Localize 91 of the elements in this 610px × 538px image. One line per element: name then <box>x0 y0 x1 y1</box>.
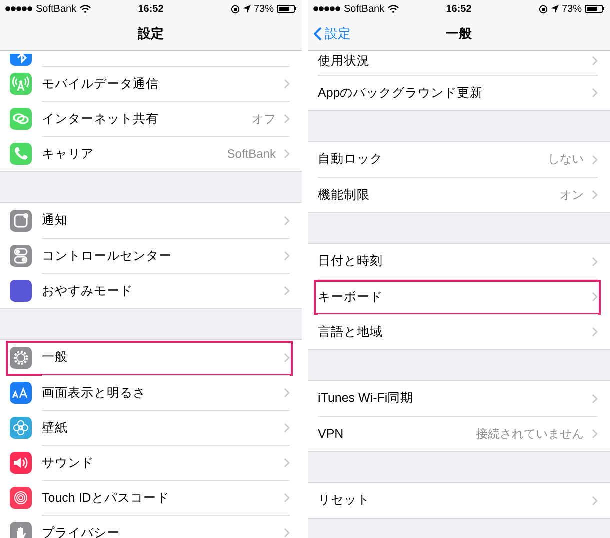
chevron-icon <box>592 292 598 302</box>
row-label: 通知 <box>42 212 69 229</box>
settings-row[interactable]: 画面表示と明るさ <box>0 375 302 410</box>
chevron-icon <box>284 493 290 503</box>
back-chevron-icon <box>314 27 322 41</box>
chevron-icon <box>592 327 598 337</box>
chevron-icon <box>592 429 598 439</box>
settings-row[interactable]: 壁紙 <box>0 410 302 445</box>
settings-row[interactable]: 自動ロック しない <box>308 142 610 177</box>
settings-row[interactable]: プライバシー <box>0 515 302 538</box>
clock-time: 16:52 <box>138 4 164 14</box>
settings-row[interactable]: コントロールセンター <box>0 238 302 273</box>
chevron-icon <box>284 79 290 89</box>
settings-row[interactable]: 通知 <box>0 203 302 238</box>
carrier-name: SoftBank <box>36 4 77 14</box>
row-label: 一般 <box>42 349 69 366</box>
row-label: サウンド <box>42 454 95 472</box>
signal-icon <box>5 6 33 12</box>
row-value: オフ <box>252 110 276 128</box>
settings-row[interactable]: 一般 <box>0 340 302 375</box>
chevron-icon <box>284 286 290 296</box>
row-label: キャリア <box>42 146 95 162</box>
settings-row[interactable]: キャリア SoftBank <box>0 136 302 171</box>
row-label: おやすみモード <box>42 282 134 300</box>
signal-icon <box>313 6 341 12</box>
row-value: オン <box>560 186 584 204</box>
chevron-icon <box>592 190 598 200</box>
chevron-icon <box>592 88 598 98</box>
settings-row[interactable]: 使用状況 <box>308 51 610 75</box>
battery-icon <box>585 5 606 13</box>
carrier-name: SoftBank <box>344 4 385 14</box>
location-arrow-icon <box>243 5 251 13</box>
wifi-icon <box>388 5 399 13</box>
chevron-icon <box>284 458 290 468</box>
settings-row[interactable]: Touch IDとパスコード <box>0 480 302 515</box>
settings-row[interactable]: VPN 接続されていません <box>308 416 610 451</box>
chevron-icon <box>592 56 598 66</box>
row-label: 自動ロック <box>318 151 384 168</box>
row-label: 使用状況 <box>318 52 371 70</box>
row-label: リセット <box>318 492 371 509</box>
row-label: Touch IDとパスコード <box>42 490 170 506</box>
clock-time: 16:52 <box>446 4 472 14</box>
chevron-icon <box>284 388 290 398</box>
settings-row[interactable]: iTunes Wi-Fi同期 <box>308 381 610 416</box>
chevron-icon <box>284 149 290 159</box>
row-label: 壁紙 <box>42 420 69 436</box>
row-label: キーボード <box>318 288 384 306</box>
settings-row[interactable]: モバイルデータ通信 <box>0 66 302 101</box>
row-label: 日付と時刻 <box>318 253 384 270</box>
settings-row[interactable]: リセット <box>308 483 610 518</box>
settings-row[interactable]: 日付と時刻 <box>308 244 610 279</box>
settings-row[interactable]: 機能制限 オン <box>308 177 610 212</box>
screen-title: 一般 <box>446 25 472 43</box>
chevron-icon <box>284 423 290 433</box>
chevron-icon <box>284 352 290 362</box>
row-label: 言語と地域 <box>318 324 384 340</box>
rotation-lock-icon <box>539 4 548 14</box>
row-label: コントロールセンター <box>42 248 173 264</box>
location-arrow-icon <box>551 5 559 13</box>
chevron-icon <box>592 394 598 404</box>
row-label: Appのバックグラウンド更新 <box>318 84 484 102</box>
settings-row[interactable]: サウンド <box>0 445 302 480</box>
screen-title: 設定 <box>138 25 164 43</box>
settings-row[interactable]: インターネット共有 オフ <box>0 101 302 136</box>
settings-row[interactable]: おやすみモード <box>0 273 302 308</box>
row-label: VPN <box>318 427 345 441</box>
wifi-icon <box>80 5 91 13</box>
settings-row[interactable]: キーボード <box>308 279 610 314</box>
chevron-icon <box>284 114 290 124</box>
row-value: SoftBank <box>227 147 276 161</box>
battery-percent: 73% <box>562 4 582 14</box>
settings-row[interactable]: 言語と地域 <box>308 314 610 349</box>
rotation-lock-icon <box>231 4 240 14</box>
settings-row[interactable]: Appのバックグラウンド更新 <box>308 75 610 110</box>
row-label: iTunes Wi-Fi同期 <box>318 390 415 407</box>
chevron-icon <box>284 528 290 538</box>
row-label: モバイルデータ通信 <box>42 76 160 92</box>
battery-percent: 73% <box>254 4 274 14</box>
row-label: インターネット共有 <box>42 110 160 128</box>
chevron-icon <box>592 154 598 164</box>
battery-icon <box>277 5 298 13</box>
back-button[interactable]: 設定 <box>314 25 351 43</box>
row-label: プライバシー <box>42 524 121 538</box>
chevron-icon <box>284 251 290 261</box>
row-label: 機能制限 <box>318 186 371 204</box>
chevron-icon <box>284 216 290 226</box>
row-label: 画面表示と明るさ <box>42 384 147 402</box>
row-value: 接続されていません <box>476 426 584 442</box>
chevron-icon <box>592 496 598 506</box>
chevron-icon <box>592 256 598 266</box>
row-value: しない <box>548 151 584 168</box>
